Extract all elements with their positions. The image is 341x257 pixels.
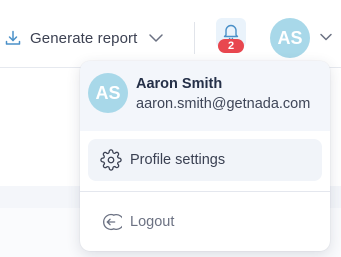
notification-count-badge: 2: [218, 39, 244, 53]
header-divider: [194, 22, 195, 54]
generate-report-button[interactable]: Generate report: [4, 24, 165, 52]
user-name: Aaron Smith: [136, 76, 223, 92]
gear-icon: [100, 149, 122, 171]
generate-report-label: Generate report: [30, 29, 138, 47]
user-info-header: AS Aaron Smith aaron.smith@getnada.com: [80, 61, 330, 131]
logout-label: Logout: [130, 214, 175, 230]
logout-icon: [103, 213, 122, 231]
download-icon: [5, 30, 21, 45]
logout-menu-item[interactable]: Logout: [88, 201, 322, 243]
chevron-down-icon[interactable]: [317, 28, 335, 46]
user-email: aaron.smith@getnada.com: [136, 96, 311, 112]
chevron-down-icon: [149, 34, 164, 42]
top-header-bar: Generate report 2 AS: [0, 0, 341, 68]
user-avatar-button[interactable]: AS: [270, 18, 310, 58]
profile-settings-menu-item[interactable]: Profile settings: [88, 139, 322, 181]
profile-settings-label: Profile settings: [130, 152, 226, 168]
avatar: AS: [88, 73, 128, 113]
user-menu-dropdown: AS Aaron Smith aaron.smith@getnada.com P…: [80, 61, 330, 251]
menu-divider: [80, 191, 330, 192]
notifications-button[interactable]: 2: [215, 18, 247, 53]
